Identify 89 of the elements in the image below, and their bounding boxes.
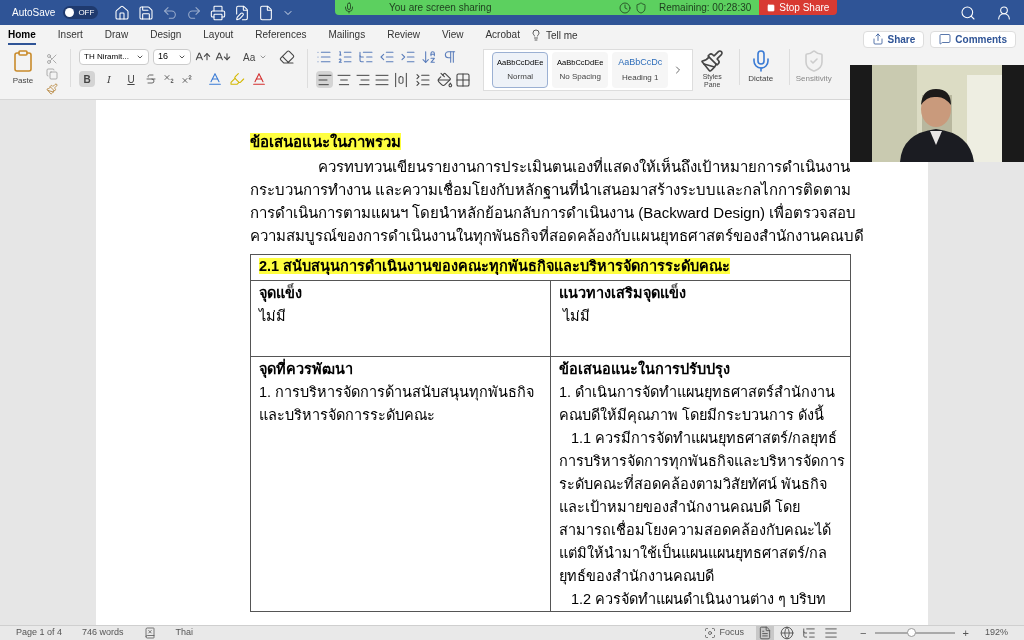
home-icon[interactable] [114, 4, 131, 21]
ribbon-tab[interactable]: Draw [104, 25, 129, 45]
increase-indent-icon[interactable] [400, 49, 417, 65]
paragraph: ไม่มี [259, 307, 286, 326]
decrease-indent-icon[interactable] [379, 49, 396, 65]
dropdown-icon [136, 53, 144, 61]
styles-pane-icon[interactable] [700, 49, 725, 73]
format-button[interactable]: I [101, 71, 117, 87]
stop-share-button[interactable]: Stop Share [759, 0, 838, 15]
ribbon-tab[interactable]: View [441, 25, 464, 45]
section-heading: ข้อเสนอแนะในภาพรวม [250, 133, 401, 150]
sort-icon[interactable] [421, 49, 438, 65]
ribbon-tab[interactable]: Insert [57, 25, 83, 45]
paragraph: 1.2 ควรจัดทำแผนดำเนินงานต่าง ๆ บริบท [570, 590, 827, 609]
save-icon[interactable] [138, 4, 155, 21]
numbering-icon[interactable] [337, 49, 354, 65]
people-icon[interactable] [996, 4, 1012, 21]
cell-heading: จุดแข็ง [259, 282, 302, 304]
stop-icon [767, 3, 776, 12]
search-icon[interactable] [960, 4, 976, 21]
lightbulb-icon[interactable] [529, 29, 542, 41]
format-button[interactable]: U [123, 71, 139, 87]
superscript-icon[interactable] [181, 73, 193, 85]
remaining-time: Remaining: 00:28:30 [659, 1, 752, 15]
new-document-icon[interactable] [258, 4, 275, 21]
style-option[interactable]: AaBbCcDc Heading 1 [612, 52, 669, 88]
microphone-icon [343, 1, 355, 14]
shield-icon [635, 1, 647, 14]
paste-icon[interactable] [11, 49, 35, 73]
page-count[interactable]: Page 1 of 4 [16, 626, 63, 640]
font-name-field[interactable]: TH Niramit... [79, 49, 149, 65]
zoom-slider-thumb[interactable] [906, 628, 916, 637]
strikethrough-icon[interactable] [145, 73, 157, 85]
clear-formatting-icon[interactable] [279, 49, 296, 65]
bullets-icon[interactable] [316, 49, 333, 65]
focus-button[interactable]: Focus [719, 626, 745, 640]
align-left-icon[interactable] [316, 71, 334, 88]
ribbon-tab[interactable]: Design [150, 25, 182, 45]
shading-icon[interactable] [437, 71, 454, 88]
paste-label[interactable]: Paste [12, 75, 34, 87]
paragraph: ไม่มี [561, 307, 591, 326]
font-color-icon[interactable] [251, 71, 267, 87]
font-size-field[interactable]: 16 [153, 49, 191, 65]
zoom-percent[interactable]: 192% [984, 626, 1008, 640]
word-count[interactable]: 746 words [82, 626, 124, 640]
cell-heading: แนวทางเสริมจุดแข็ง [559, 282, 686, 304]
dropdown-icon[interactable] [259, 53, 268, 61]
zoom-out-button[interactable]: − [860, 624, 867, 640]
edit-document-icon[interactable] [234, 4, 251, 21]
dictate-label[interactable]: Dictate [748, 73, 774, 85]
multilevel-list-icon[interactable] [358, 49, 375, 65]
ribbon-tab[interactable]: Review [387, 25, 420, 45]
tell-me-field[interactable]: Tell me [545, 27, 578, 43]
table-header: 2.1 สนับสนุนการดำเนินงานของคณะทุกพันธกิจและบริหารจัดการระดับคณะ [259, 258, 731, 274]
comment-icon [939, 33, 952, 45]
ribbon-tab[interactable]: References [255, 25, 307, 45]
paragraph: 1.1 ควรมีการจัดทำแผนยุทธศาสตร์/กลยุทธ์ การบริหารจัดการทุกพันธกิจและบริหารจัดการ ระดับคณะที่สอดคล้องตามวิสัยทัศน์ พันธกิจ และเป้าหมายของสำนักงานคณบดี โดย สามารถเชื่อมโยงความสอดคล้องกับคณะได้ แต่มิให้นำมาใช้เป็นแผนแผนยุทธศาสตร์/กล ยุทธ์ของสำนักงานคณบดี [559, 429, 845, 587]
paragraph: 1. ดำเนินการจัดทำแผนยุทธศาสตร์สำนักงาน คณบดีให้มีคุณภาพ โดยมีกระบวนการ ดังนี้ [559, 383, 836, 426]
cell-heading: ข้อเสนอแนะในการปรับปรุง [559, 359, 730, 380]
timer-icon [619, 1, 631, 14]
share-button[interactable]: Share [862, 30, 925, 48]
format-button[interactable]: B [79, 71, 95, 87]
paragraph: ควรทบทวนเขียนรายงานการประเมินตนเองที่แสดงให้เห็นถึงเป้าหมายการดำเนินงาน กระบวนการทำงาน และความเชื่อมโยงกับหลักฐานที่นำเสนอมาสร้างระบบและกลไกการติดตาม การดำเนินการตามแผนฯ โดยนำหลักย้อนกลับการดำเนินงาน (Backward Design) เพื่อตรวจสอบ ความสมบูรณ์ของการดำเนินงานในทุกพันธกิจที่สอดคล้องกับแผนยุทธศาสตร์ของสำนักงานคณบดี [250, 156, 864, 247]
autosave-toggle[interactable]: OFF [63, 6, 99, 19]
autosave-label: AutoSave [12, 6, 56, 20]
proofing-icon[interactable] [143, 627, 156, 639]
ribbon-tab[interactable]: Acrobat [485, 25, 520, 45]
print-icon[interactable] [210, 4, 227, 21]
cell-heading: จุดที่ควรพัฒนา [259, 358, 353, 381]
print-view-icon[interactable] [756, 626, 775, 640]
distributed-icon[interactable] [392, 71, 410, 88]
format-painter-icon[interactable] [46, 83, 58, 95]
ribbon-tab[interactable]: Mailings [328, 25, 366, 45]
ribbon-tab[interactable]: Layout [203, 25, 234, 45]
subscript-icon[interactable] [163, 73, 175, 85]
comments-button[interactable]: Comments [930, 30, 1016, 48]
language-label[interactable]: Thai [175, 626, 194, 640]
line-spacing-icon[interactable] [415, 71, 432, 88]
paragraph: 1. การบริหารจัดการด้านสนับสนุนทุกพันธกิจ และบริหารจัดการระดับคณะ [259, 383, 535, 425]
cut-icon[interactable] [46, 53, 58, 65]
zoom-in-button[interactable]: + [962, 624, 969, 640]
text-effects-icon[interactable] [207, 71, 223, 87]
sharing-status: You are screen sharing [389, 1, 492, 15]
share-icon [871, 33, 884, 45]
change-case-button[interactable]: Aa [243, 49, 256, 65]
copy-icon[interactable] [46, 68, 58, 80]
focus-icon[interactable] [703, 627, 716, 639]
borders-icon[interactable] [455, 71, 472, 88]
dropdown-icon [178, 53, 186, 61]
